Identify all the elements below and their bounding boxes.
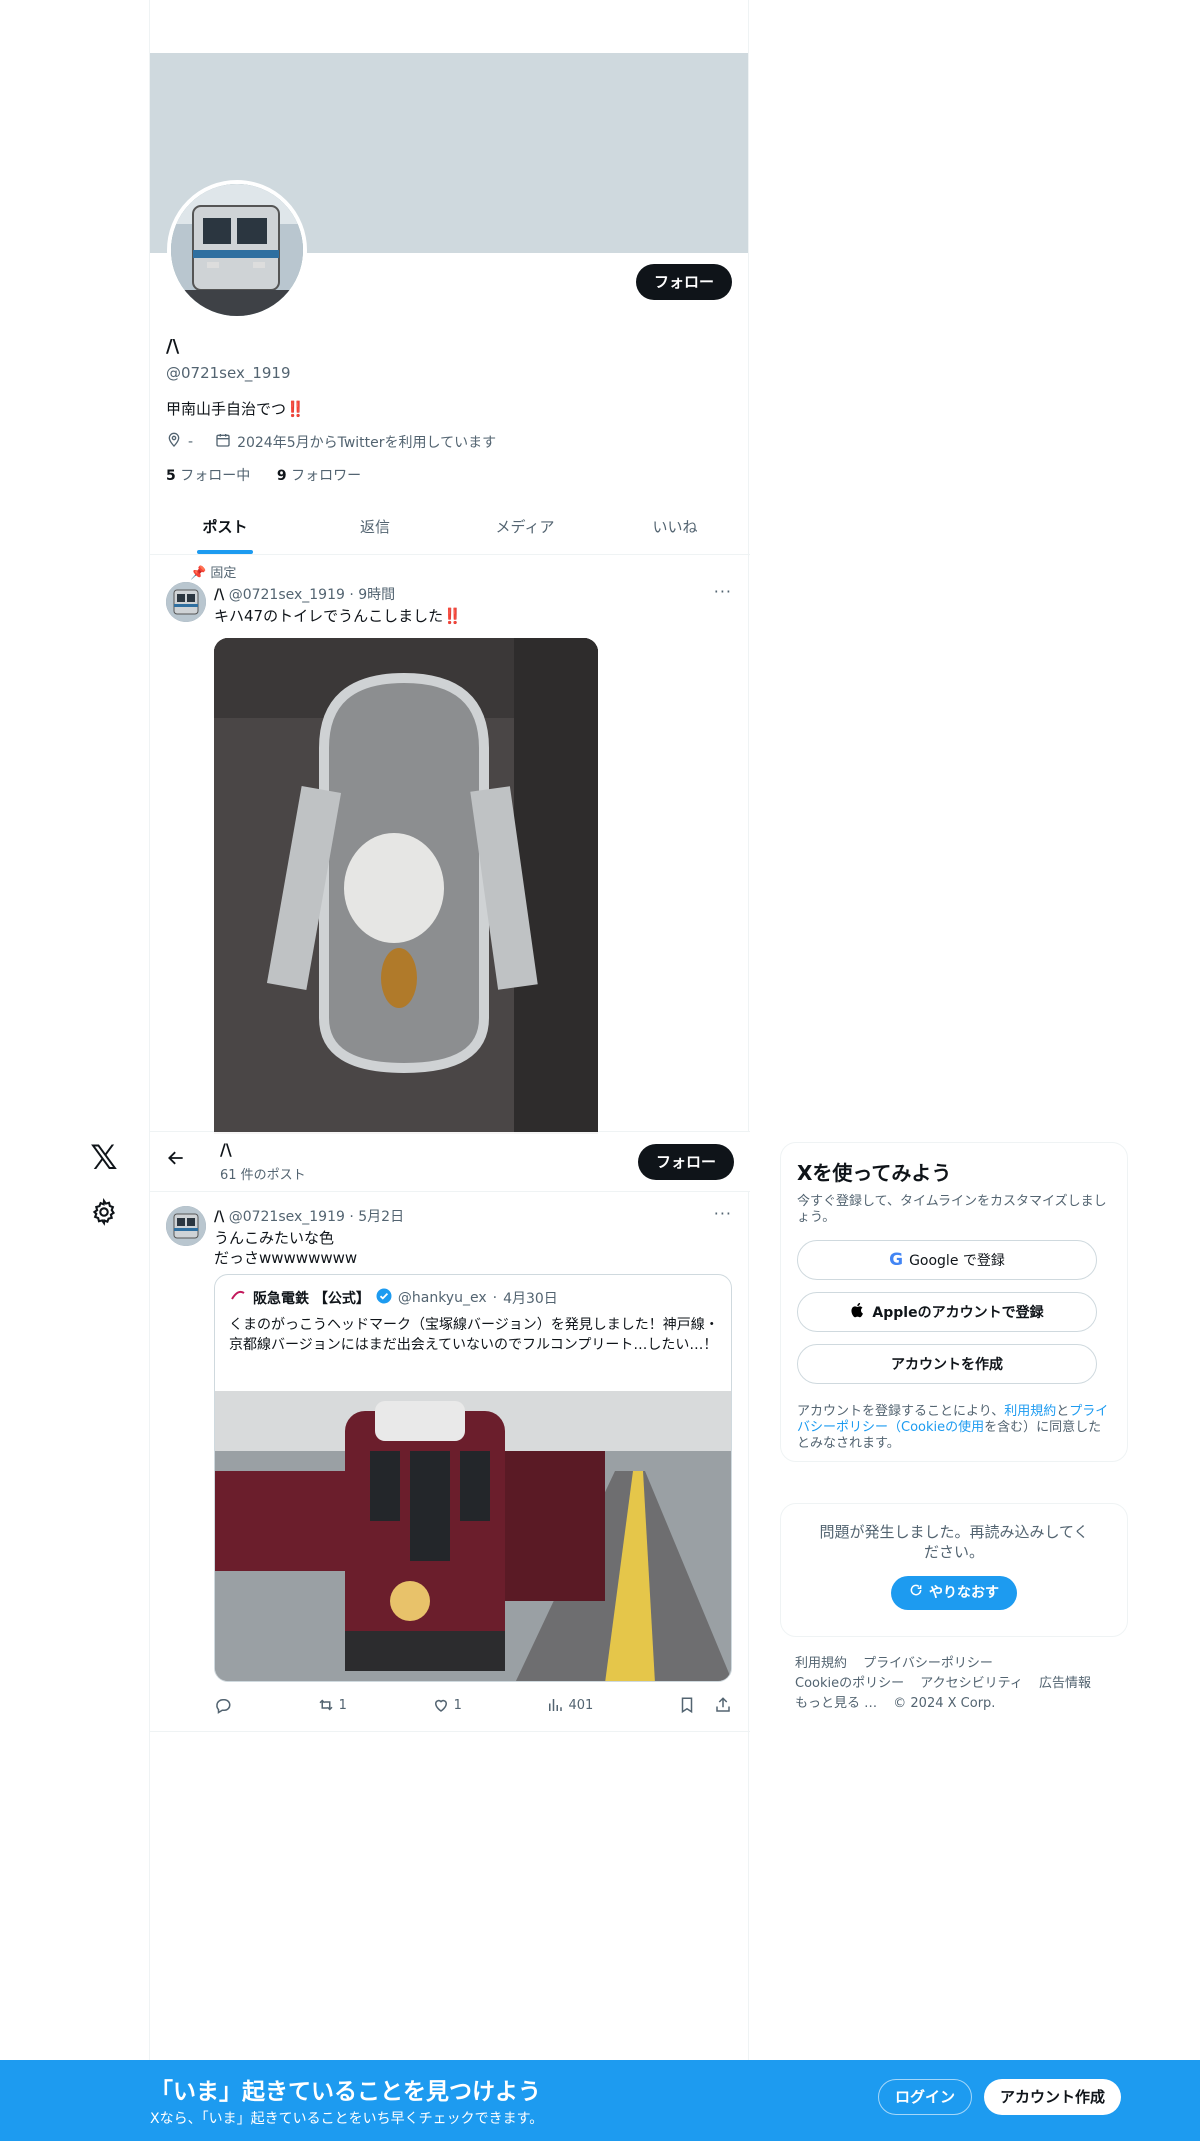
- gear-icon[interactable]: [90, 1197, 118, 1226]
- sticky-name: /\: [220, 1140, 232, 1159]
- retry-button[interactable]: やりなおす: [891, 1576, 1017, 1610]
- reply-button[interactable]: [214, 1696, 232, 1714]
- profile-tabs: ポスト 返信 メディア いいね: [150, 502, 750, 555]
- footer-accessibility[interactable]: アクセシビリティ: [920, 1676, 1023, 1691]
- footer-links: 利用規約 プライバシーポリシー Cookieのポリシー アクセシビリティ 広告情…: [795, 1654, 1115, 1714]
- post-text: うんこみたいな色 だっさwwwwwwww: [214, 1229, 358, 1267]
- create-account-button[interactable]: アカウントを作成: [797, 1344, 1097, 1384]
- footer-more[interactable]: もっと見る …: [795, 1696, 877, 1711]
- main-column: フォロー /\ @0721sex_1919 甲南山手自治でつ‼️ - 2024年…: [149, 0, 750, 2060]
- timeline-post[interactable]: /\ @0721sex_1919 · 5月2日 ··· うんこみたいな色 だっさ…: [150, 1192, 750, 1732]
- bottom-signup-bar: 「いま」起きていることを見つけよう Xなら、「いま」起きていることをいち早くチェ…: [0, 2060, 1200, 2141]
- apple-icon: [850, 1302, 866, 1322]
- back-arrow-icon[interactable]: [166, 1148, 186, 1173]
- more-icon[interactable]: ···: [714, 582, 732, 601]
- signup-terms: アカウントを登録することにより、利用規約とプライバシーポリシー（Cookieの使…: [797, 1404, 1109, 1451]
- share-icon[interactable]: [714, 1696, 732, 1714]
- apple-signup-button[interactable]: Appleのアカウントで登録: [797, 1292, 1097, 1332]
- hankyu-logo-icon: [229, 1287, 247, 1309]
- location-icon: [166, 432, 182, 452]
- bottom-bar-subtitle: Xなら、「いま」起きていることをいち早くチェックできます。: [150, 2111, 544, 2127]
- profile-avatar[interactable]: [167, 180, 307, 320]
- followers-link[interactable]: 9 フォロワー: [277, 468, 361, 484]
- pinned-post[interactable]: 📌 固定 /\ @0721sex_1919 · 9時間 ··· キハ47のトイレ…: [150, 556, 750, 1134]
- footer-ads[interactable]: 広告情報: [1039, 1676, 1091, 1691]
- footer-cookie[interactable]: Cookieのポリシー: [795, 1676, 904, 1691]
- reply-icon: [216, 1699, 231, 1714]
- profile-counts: 5 フォロー中 9 フォロワー: [166, 465, 361, 485]
- terms-link[interactable]: 利用規約: [1004, 1404, 1056, 1419]
- profile-handle: @0721sex_1919: [166, 364, 291, 382]
- footer-privacy[interactable]: プライバシーポリシー: [863, 1656, 993, 1671]
- signup-title: Xを使ってみよう: [797, 1161, 952, 1185]
- footer-terms[interactable]: 利用規約: [795, 1656, 847, 1671]
- calendar-icon: [215, 432, 231, 452]
- post-avatar[interactable]: [166, 1206, 206, 1246]
- profile-meta: - 2024年5月からTwitterを利用しています: [166, 432, 496, 452]
- profile-bio: 甲南山手自治でつ‼️: [166, 400, 305, 418]
- follow-button[interactable]: フォロー: [635, 264, 732, 300]
- post-header: /\ @0721sex_1919 · 9時間: [214, 587, 396, 603]
- bookmark-share-group: [678, 1696, 732, 1714]
- sticky-profile-header: /\ 61 件のポスト フォロー: [150, 1132, 750, 1192]
- tab-replies[interactable]: 返信: [300, 502, 450, 554]
- post-text: キハ47のトイレでうんこしました‼️: [214, 607, 462, 625]
- profile-joined: 2024年5月からTwitterを利用しています: [237, 435, 497, 451]
- refresh-icon: [909, 1576, 923, 1610]
- quote-image[interactable]: [215, 1391, 731, 1681]
- retweet-button[interactable]: 1: [317, 1696, 347, 1714]
- following-link[interactable]: 5 フォロー中: [166, 468, 250, 484]
- pinned-indicator: 📌 固定: [190, 566, 237, 581]
- profile-location: -: [188, 434, 194, 450]
- top-spacer: [150, 0, 748, 53]
- profile-name: /\: [166, 336, 180, 357]
- quoted-post[interactable]: 阪急電鉄 【公式】 @hankyu_ex · 4月30日 くまのがっこうヘッドマ…: [214, 1274, 732, 1682]
- login-button[interactable]: ログイン: [878, 2079, 973, 2115]
- retweet-icon: [319, 1699, 333, 1711]
- quote-header: 阪急電鉄 【公式】 @hankyu_ex · 4月30日: [229, 1287, 558, 1309]
- post-header: /\ @0721sex_1919 · 5月2日: [214, 1209, 405, 1225]
- google-signup-button[interactable]: G Google で登録: [797, 1240, 1097, 1280]
- more-icon[interactable]: ···: [714, 1204, 732, 1223]
- signup-card: Xを使ってみよう 今すぐ登録して、タイムラインをカスタマイズしましょう。 G G…: [780, 1142, 1128, 1462]
- signup-subtitle: 今すぐ登録して、タイムラインをカスタマイズしましょう。: [797, 1194, 1107, 1225]
- sticky-follow-button[interactable]: フォロー: [637, 1144, 734, 1180]
- footer-copyright: © 2024 X Corp.: [893, 1696, 996, 1711]
- tab-media[interactable]: メディア: [450, 502, 600, 554]
- post-image[interactable]: [214, 638, 598, 1134]
- bookmark-icon[interactable]: [678, 1696, 696, 1714]
- quote-text: くまのがっこうヘッドマーク（宝塚線バージョン）を発見しました！神戸線・京都線バー…: [229, 1317, 719, 1353]
- tab-posts[interactable]: ポスト: [150, 502, 300, 554]
- post-avatar[interactable]: [166, 582, 206, 622]
- like-button[interactable]: 1: [432, 1696, 462, 1714]
- page: 𝕏 フォロー /\ @0721sex_1919 甲南山手自治でつ‼️ - 202…: [0, 0, 1200, 2141]
- sticky-post-count: 61 件のポスト: [220, 1168, 306, 1183]
- views-icon: [549, 1699, 563, 1711]
- post-actions: 1 1 401: [214, 1696, 732, 1714]
- signup-button[interactable]: アカウント作成: [984, 2079, 1122, 2115]
- bottom-bar-title: 「いま」起きていることを見つけよう: [150, 2079, 541, 2105]
- verified-badge-icon: [376, 1288, 392, 1308]
- error-card: 問題が発生しました。再読み込みしてください。 やりなおす: [780, 1503, 1128, 1637]
- pin-icon: 📌: [190, 566, 207, 581]
- views-button[interactable]: 401: [546, 1696, 593, 1714]
- x-logo-icon[interactable]: 𝕏: [86, 1140, 122, 1176]
- error-message: 問題が発生しました。再読み込みしてください。: [819, 1523, 1089, 1561]
- tab-likes[interactable]: いいね: [600, 502, 750, 554]
- google-icon: G: [889, 1250, 904, 1270]
- heart-icon: [434, 1699, 447, 1712]
